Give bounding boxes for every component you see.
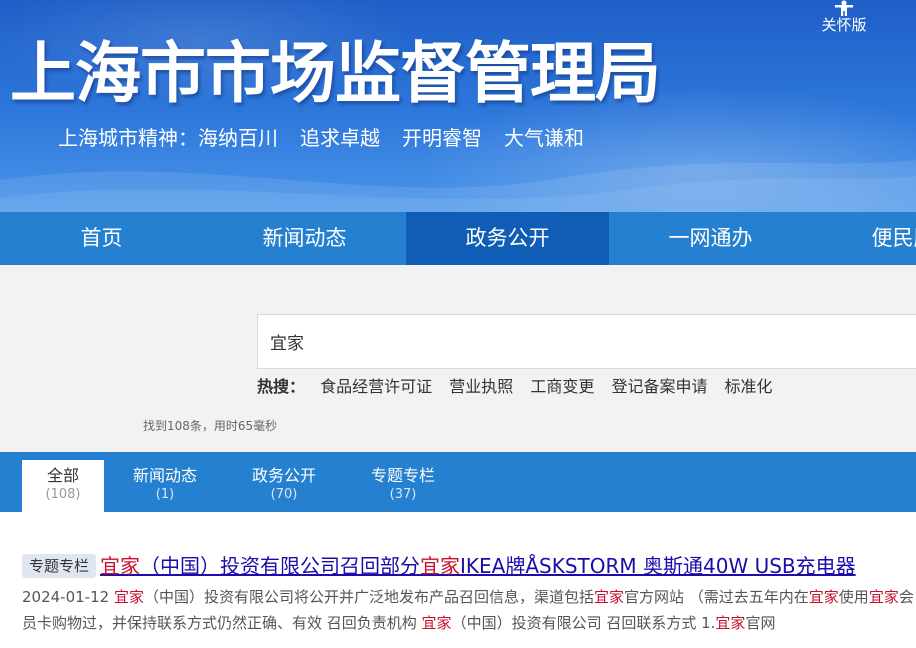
keyword-highlight: 宜家 bbox=[420, 554, 461, 578]
snippet-text: （中国）投资有限公司 召回联系方式 1. bbox=[451, 614, 716, 632]
tab-count: (70) bbox=[270, 487, 298, 502]
keyword-highlight: 宜家 bbox=[593, 588, 624, 606]
accessibility-person-icon bbox=[835, 0, 853, 16]
title-text: （中国）投资有限公司召回部分 bbox=[140, 554, 421, 578]
tab-special-topics[interactable]: 专题专栏 (37) bbox=[362, 460, 444, 512]
keyword-highlight: 宜家 bbox=[113, 588, 144, 606]
hot-search-link[interactable]: 标准化 bbox=[725, 377, 773, 396]
hot-search-label: 热搜： bbox=[257, 377, 306, 396]
hot-search-link[interactable]: 食品经营许可证 bbox=[320, 377, 432, 396]
search-results: 专题专栏 宜家（中国）投资有限公司召回部分宜家IKEA牌ÅSKSTORM 奥斯通4… bbox=[0, 512, 916, 648]
tab-government-affairs[interactable]: 政务公开 (70) bbox=[243, 460, 325, 512]
hot-search-link[interactable]: 工商变更 bbox=[530, 377, 594, 396]
tab-label: 政务公开 bbox=[251, 466, 316, 485]
nav-item-public-services[interactable]: 便民服务 bbox=[812, 212, 916, 265]
tab-label: 专题专栏 bbox=[370, 466, 435, 485]
result-snippet: 2024-01-12 宜家（中国）投资有限公司将公开并广泛地发布产品召回信息，渠… bbox=[22, 584, 916, 636]
keyword-highlight: 宜家 bbox=[715, 614, 746, 632]
result-category-tabs: 全部 (108) 新闻动态 (1) 政务公开 (70) 专题专栏 (37) bbox=[0, 452, 916, 512]
tab-all[interactable]: 全部 (108) bbox=[22, 460, 104, 512]
nav-item-one-stop-service[interactable]: 一网通办 bbox=[609, 212, 812, 265]
keyword-highlight: 宜家 bbox=[100, 554, 141, 578]
title-text: IKEA牌ÅSKSTORM 奥斯通40W USB充电器 bbox=[460, 554, 856, 578]
tab-label: 全部 bbox=[46, 466, 79, 485]
hot-searches: 热搜： 食品经营许可证 营业执照 工商变更 登记备案申请 标准化 bbox=[257, 375, 785, 399]
search-input[interactable] bbox=[258, 315, 916, 368]
keyword-highlight: 宜家 bbox=[421, 614, 452, 632]
hot-search-link[interactable]: 营业执照 bbox=[449, 377, 513, 396]
snippet-text: 2024-01-12 bbox=[22, 588, 114, 606]
snippet-text: 官网 bbox=[745, 614, 776, 632]
main-navigation: 首页 新闻动态 政务公开 一网通办 便民服务 bbox=[0, 212, 916, 265]
care-mode-label: 关怀版 bbox=[821, 16, 867, 34]
tab-label: 新闻动态 bbox=[132, 466, 197, 485]
site-title: 上海市市场监督管理局 bbox=[10, 35, 661, 112]
result-stats: 找到108条，用时65毫秒 bbox=[143, 419, 278, 433]
tab-count: (37) bbox=[389, 487, 417, 502]
nav-item-news[interactable]: 新闻动态 bbox=[203, 212, 406, 265]
city-spirit-slogan: 上海城市精神：海纳百川 追求卓越 开明睿智 大气谦和 bbox=[58, 124, 606, 152]
tab-count: (108) bbox=[45, 487, 81, 502]
care-mode-button[interactable]: 关怀版 bbox=[812, 0, 876, 40]
keyword-highlight: 宜家 bbox=[808, 588, 839, 606]
tab-count: (1) bbox=[155, 487, 175, 502]
slogan-part: 大气谦和 bbox=[504, 126, 584, 150]
result-title-link[interactable]: 宜家（中国）投资有限公司召回部分宜家IKEA牌ÅSKSTORM 奥斯通40W U… bbox=[100, 552, 856, 580]
snippet-text: 官方网站 （需过去五年内在 bbox=[624, 588, 809, 606]
search-area: 热搜： 食品经营许可证 营业执照 工商变更 登记备案申请 标准化 找到108条，… bbox=[0, 265, 916, 452]
result-item: 专题专栏 宜家（中国）投资有限公司召回部分宜家IKEA牌ÅSKSTORM 奥斯通4… bbox=[22, 552, 916, 636]
search-box bbox=[257, 314, 916, 369]
header-banner: 上海市市场监督管理局 上海城市精神：海纳百川 追求卓越 开明睿智 大气谦和 关怀版 bbox=[0, 0, 916, 212]
result-category-badge: 专题专栏 bbox=[22, 554, 97, 578]
nav-item-government-affairs[interactable]: 政务公开 bbox=[406, 212, 609, 265]
snippet-text: 使用 bbox=[838, 588, 869, 606]
nav-item-home[interactable]: 首页 bbox=[0, 212, 203, 265]
result-title-row: 专题专栏 宜家（中国）投资有限公司召回部分宜家IKEA牌ÅSKSTORM 奥斯通4… bbox=[22, 552, 916, 582]
keyword-highlight: 宜家 bbox=[868, 588, 899, 606]
slogan-part: 开明睿智 bbox=[402, 126, 482, 150]
slogan-part: 追求卓越 bbox=[300, 126, 380, 150]
tab-news[interactable]: 新闻动态 (1) bbox=[124, 460, 206, 512]
snippet-text: （中国）投资有限公司将公开并广泛地发布产品召回信息，渠道包括 bbox=[143, 588, 594, 606]
hot-search-link[interactable]: 登记备案申请 bbox=[611, 377, 707, 396]
slogan-part: 上海城市精神：海纳百川 bbox=[58, 126, 278, 150]
